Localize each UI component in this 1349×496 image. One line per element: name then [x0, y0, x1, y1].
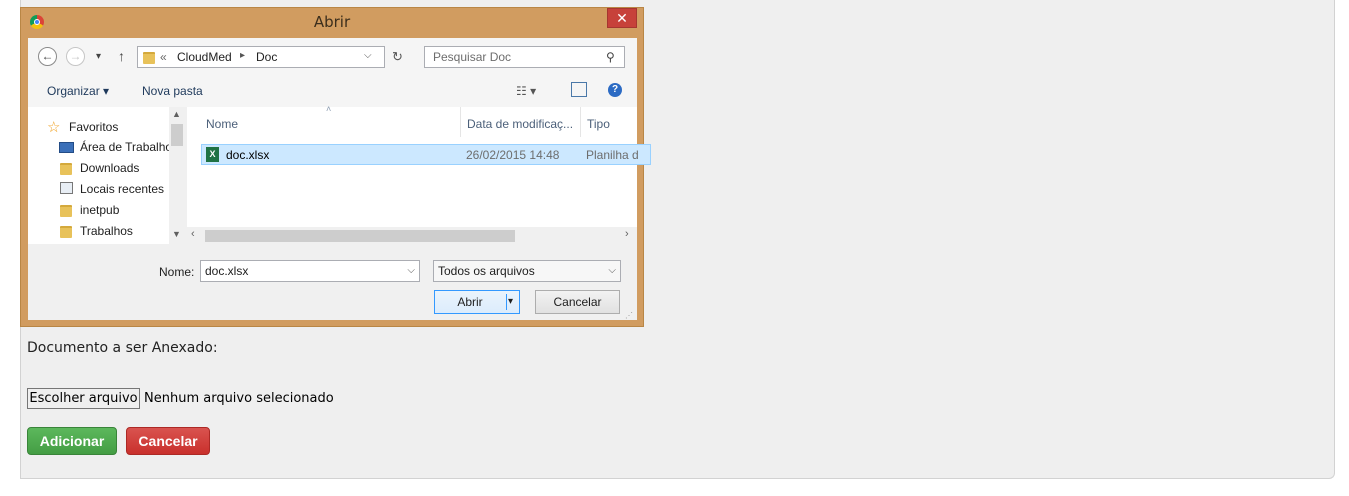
- split-separator: [506, 294, 507, 310]
- navigation-pane-scrollbar[interactable]: ▲ ▼: [169, 107, 185, 244]
- column-header-date-modified[interactable]: Data de modificaç...: [467, 117, 573, 131]
- breadcrumb-cloudmed[interactable]: CloudMed: [177, 50, 232, 64]
- table-row[interactable]: X doc.xlsx 26/02/2015 14:48 Planilha d: [201, 144, 651, 165]
- navigation-pane: ☆ Favoritos Área de Trabalho Downloads L…: [28, 107, 185, 244]
- organize-button[interactable]: Organizar ▾: [47, 84, 109, 98]
- filename-value: doc.xlsx: [205, 264, 249, 278]
- file-modified-date: 26/02/2015 14:48: [466, 148, 560, 162]
- address-dropdown-chevron-icon[interactable]: ⌵: [364, 50, 372, 61]
- column-header-name[interactable]: Nome: [206, 117, 238, 131]
- excel-file-icon: X: [206, 147, 219, 162]
- file-type: Planilha d: [586, 148, 639, 162]
- open-file-dialog: Abrir ✕ ← → ▾ ↑ « CloudMed ▸ Doc ⌵ ↻ Pes…: [20, 7, 651, 327]
- scrollbar-thumb[interactable]: [171, 124, 183, 146]
- dialog-cancel-button[interactable]: Cancelar: [535, 290, 620, 314]
- file-list-horizontal-scrollbar[interactable]: ‹ ›: [187, 227, 637, 244]
- sidebar-item-inetpub[interactable]: inetpub: [80, 201, 119, 219]
- favorites-star-icon: ☆: [47, 119, 61, 136]
- search-input[interactable]: Pesquisar Doc: [424, 46, 625, 68]
- folder-icon: [143, 52, 155, 64]
- view-options-icon[interactable]: ☷ ▾: [516, 84, 536, 98]
- filename-dropdown-chevron-icon[interactable]: ⌵: [407, 261, 415, 281]
- forward-icon[interactable]: →: [66, 47, 85, 66]
- filename-label: Nome:: [159, 265, 195, 279]
- cancel-button[interactable]: Cancelar: [126, 427, 210, 455]
- resize-grip-icon[interactable]: ⋰: [625, 311, 633, 320]
- sidebar-item-downloads[interactable]: Downloads: [80, 159, 139, 177]
- file-name: doc.xlsx: [226, 148, 270, 162]
- sidebar-item-desktop[interactable]: Área de Trabalho: [80, 138, 172, 156]
- scroll-up-icon[interactable]: ▲: [172, 109, 181, 119]
- refresh-icon[interactable]: ↻: [392, 49, 403, 65]
- close-button[interactable]: ✕: [607, 8, 637, 28]
- open-button[interactable]: Abrir ▾: [434, 290, 520, 314]
- column-separator: [580, 107, 581, 137]
- file-type-value: Todos os arquivos: [438, 264, 535, 278]
- folder-icon: [60, 205, 72, 217]
- up-arrow-icon[interactable]: ↑: [118, 48, 125, 64]
- breadcrumb-doc[interactable]: Doc: [256, 50, 277, 64]
- dialog-title: Abrir: [313, 13, 351, 31]
- back-icon[interactable]: ←: [38, 47, 57, 66]
- recent-places-icon: [60, 182, 73, 194]
- new-folder-button[interactable]: Nova pasta: [142, 84, 203, 98]
- navigation-bar: ← → ▾ ↑ « CloudMed ▸ Doc ⌵ ↻ Pesquisar D…: [28, 38, 637, 75]
- search-icon: ⚲: [606, 50, 615, 64]
- choose-file-button[interactable]: Escolher arquivo: [27, 388, 140, 409]
- column-separator: [460, 107, 461, 137]
- open-options-chevron-icon[interactable]: ▾: [508, 291, 513, 313]
- address-bar[interactable]: « CloudMed ▸ Doc ⌵: [137, 46, 385, 68]
- desktop-icon: [59, 142, 74, 153]
- scroll-left-icon[interactable]: ‹: [191, 228, 195, 240]
- file-type-select[interactable]: Todos os arquivos ⌵: [433, 260, 621, 282]
- sidebar-item-favorites[interactable]: Favoritos: [69, 118, 118, 136]
- dialog-toolbar: Organizar ▾ Nova pasta ☷ ▾ ?: [28, 75, 637, 107]
- folder-icon: [60, 226, 72, 238]
- sidebar-item-recent-places[interactable]: Locais recentes: [80, 180, 164, 198]
- scrollbar-thumb[interactable]: [205, 230, 515, 242]
- downloads-folder-icon: [60, 163, 72, 175]
- file-status-text: Nenhum arquivo selecionado: [144, 391, 334, 406]
- breadcrumb-separator-icon: ▸: [240, 50, 246, 61]
- dialog-body: ← → ▾ ↑ « CloudMed ▸ Doc ⌵ ↻ Pesquisar D…: [28, 38, 651, 320]
- column-header-type[interactable]: Tipo: [587, 117, 610, 131]
- breadcrumb-overflow[interactable]: «: [160, 50, 167, 64]
- file-list: ˄ Nome Data de modificaç... Tipo X doc.x…: [187, 104, 651, 244]
- preview-pane-icon[interactable]: [571, 82, 587, 97]
- recent-locations-chevron-icon[interactable]: ▾: [96, 51, 101, 62]
- sidebar-item-trabalhos[interactable]: Trabalhos: [80, 222, 133, 240]
- help-icon[interactable]: ?: [608, 83, 622, 97]
- document-label: Documento a ser Anexado:: [27, 340, 218, 356]
- open-button-label: Abrir: [457, 295, 483, 309]
- file-type-dropdown-chevron-icon[interactable]: ⌵: [608, 261, 616, 281]
- scroll-right-icon[interactable]: ›: [625, 228, 629, 240]
- add-button[interactable]: Adicionar: [27, 427, 117, 455]
- sort-ascending-icon: ˄: [326, 104, 332, 114]
- filename-input[interactable]: doc.xlsx ⌵: [200, 260, 420, 282]
- scroll-down-icon[interactable]: ▼: [172, 229, 181, 239]
